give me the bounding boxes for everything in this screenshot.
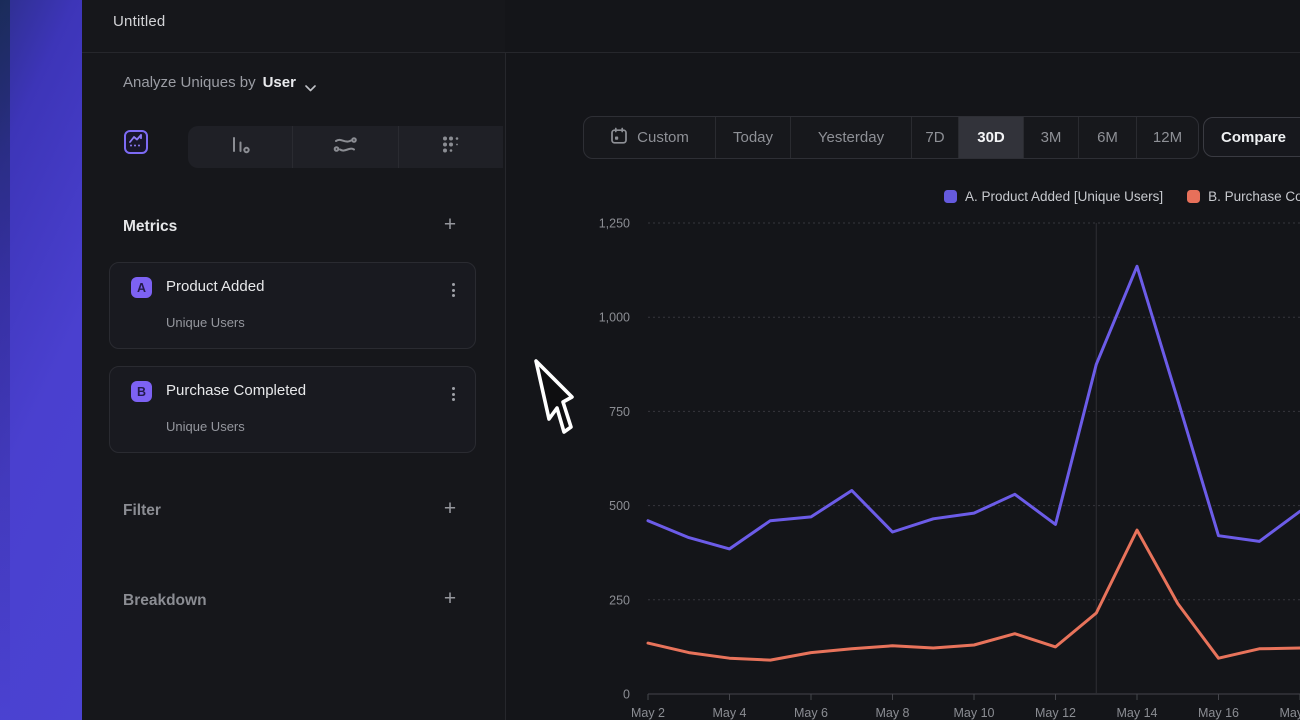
series-line-a [648, 266, 1300, 549]
y-tick-label: 500 [609, 499, 630, 513]
y-tick-label: 1,250 [599, 217, 630, 231]
x-tick-label: May 2 [631, 706, 665, 720]
x-tick-label: May 14 [1117, 706, 1158, 720]
series-line-b [648, 530, 1300, 660]
mouse-cursor [531, 357, 581, 441]
y-tick-label: 250 [609, 593, 630, 607]
x-tick-label: May 18 [1280, 706, 1300, 720]
x-tick-label: May 12 [1035, 706, 1076, 720]
y-tick-label: 0 [623, 688, 630, 702]
x-tick-label: May 10 [954, 706, 995, 720]
y-tick-label: 1,000 [599, 311, 630, 325]
x-tick-label: May 4 [712, 706, 746, 720]
x-tick-label: May 16 [1198, 706, 1239, 720]
x-tick-label: May 8 [875, 706, 909, 720]
line-chart[interactable]: 0 250 500 750 1,000 1,250 May 2 May 4 May 6 May 8… [0, 0, 1300, 720]
x-tick-label: May 6 [794, 706, 828, 720]
y-tick-label: 750 [609, 405, 630, 419]
app-window: Untitled Analyze Uniques by User [0, 0, 1300, 720]
